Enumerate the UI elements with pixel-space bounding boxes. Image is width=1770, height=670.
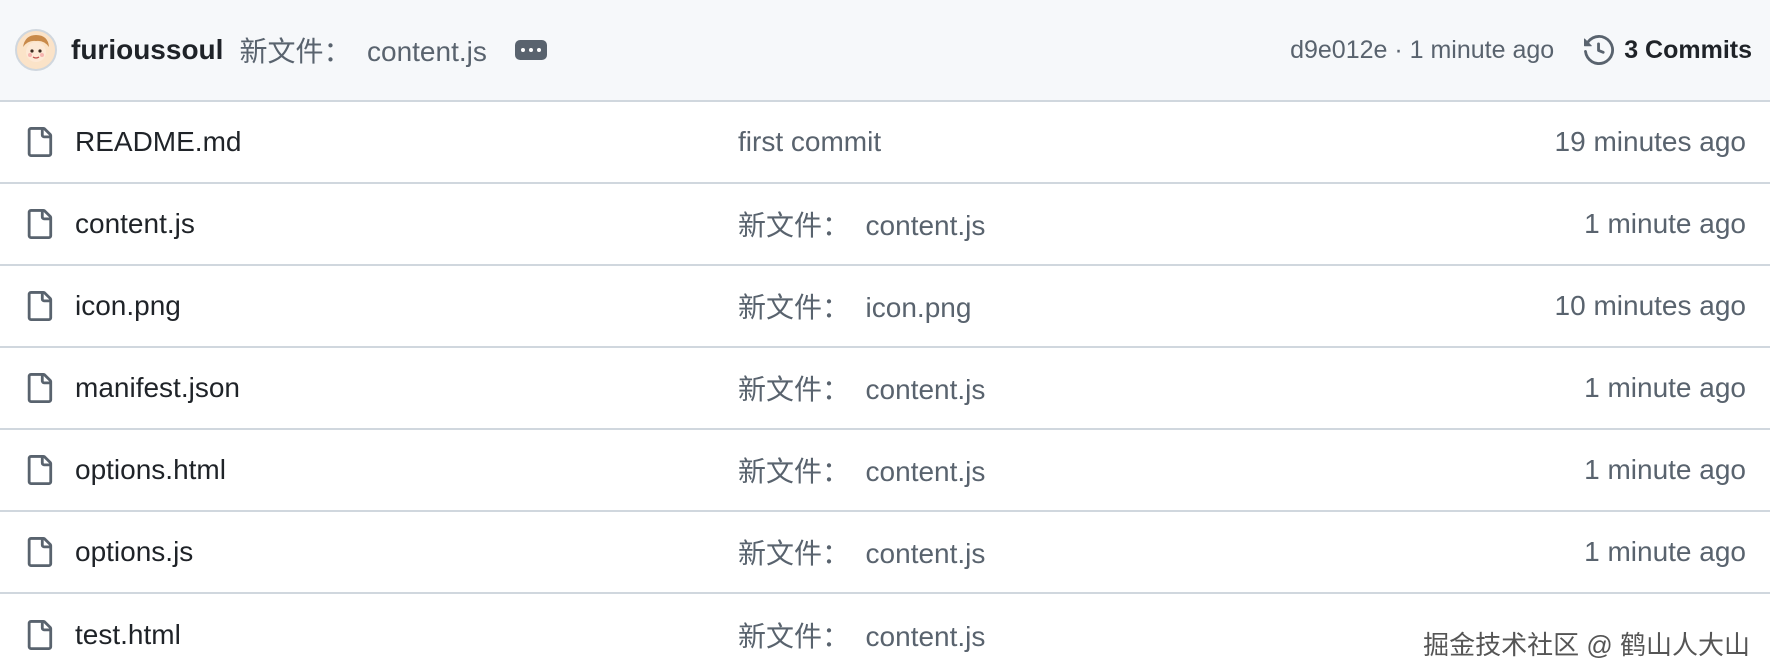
file-icon [27, 455, 53, 485]
file-row[interactable]: options.html 新文件： content.js 1 minute ag… [0, 430, 1770, 512]
file-age: 1 minute ago [1584, 536, 1746, 567]
file-row[interactable]: content.js 新文件： content.js 1 minute ago [0, 184, 1770, 266]
file-row[interactable]: options.js 新文件： content.js 1 minute ago [0, 512, 1770, 594]
file-icon [27, 127, 53, 157]
commit-sha-time[interactable]: d9e012e · 1 minute ago [1290, 36, 1554, 65]
file-icon [27, 537, 53, 567]
file-icon [27, 373, 53, 403]
commits-count-label: 3 Commits [1624, 35, 1752, 64]
file-icon [27, 209, 53, 239]
ellipsis-icon[interactable] [514, 40, 547, 60]
file-age: 19 minutes ago [1554, 126, 1746, 157]
file-commit-message[interactable]: 新文件： content.js [738, 204, 985, 244]
file-commit-message[interactable]: 新文件： content.js [738, 368, 985, 408]
history-clock-icon [1584, 35, 1615, 65]
file-age: 10 minutes ago [1554, 290, 1746, 321]
file-name[interactable]: test.html [75, 619, 181, 651]
file-name[interactable]: content.js [75, 208, 195, 240]
file-name[interactable]: README.md [75, 126, 241, 158]
file-commit-message[interactable]: first commit [738, 126, 881, 158]
commit-author[interactable]: furioussoul [71, 34, 223, 66]
file-name[interactable]: icon.png [75, 290, 181, 322]
file-commit-message[interactable]: 新文件： content.js [738, 532, 985, 572]
file-list: README.md first commit 19 minutes ago co… [0, 102, 1770, 670]
repo-file-browser: furioussoul 新文件： content.js d9e012e · 1 … [0, 0, 1770, 670]
file-age: 1 minute ago [1584, 454, 1746, 485]
file-age: 1 minute ago [1584, 208, 1746, 239]
file-icon [27, 620, 53, 650]
commits-history-link[interactable]: 3 Commits [1584, 35, 1752, 65]
file-name[interactable]: options.js [75, 536, 193, 568]
file-commit-message[interactable]: 新文件： content.js [738, 450, 985, 490]
file-name[interactable]: options.html [75, 454, 226, 486]
file-row[interactable]: manifest.json 新文件： content.js 1 minute a… [0, 348, 1770, 430]
file-commit-message[interactable]: 新文件： content.js [738, 615, 985, 655]
file-icon [27, 291, 53, 321]
commit-message[interactable]: 新文件： content.js [239, 30, 486, 70]
watermark: 掘金技术社区 @ 鹤山人大山 [1423, 625, 1750, 662]
file-age: 1 minute ago [1584, 372, 1746, 403]
latest-commit-bar: furioussoul 新文件： content.js d9e012e · 1 … [0, 0, 1770, 102]
file-commit-message[interactable]: 新文件： icon.png [738, 286, 971, 326]
author-avatar[interactable] [15, 29, 57, 71]
file-row[interactable]: icon.png 新文件： icon.png 10 minutes ago [0, 266, 1770, 348]
file-name[interactable]: manifest.json [75, 372, 240, 404]
file-row[interactable]: README.md first commit 19 minutes ago [0, 102, 1770, 184]
